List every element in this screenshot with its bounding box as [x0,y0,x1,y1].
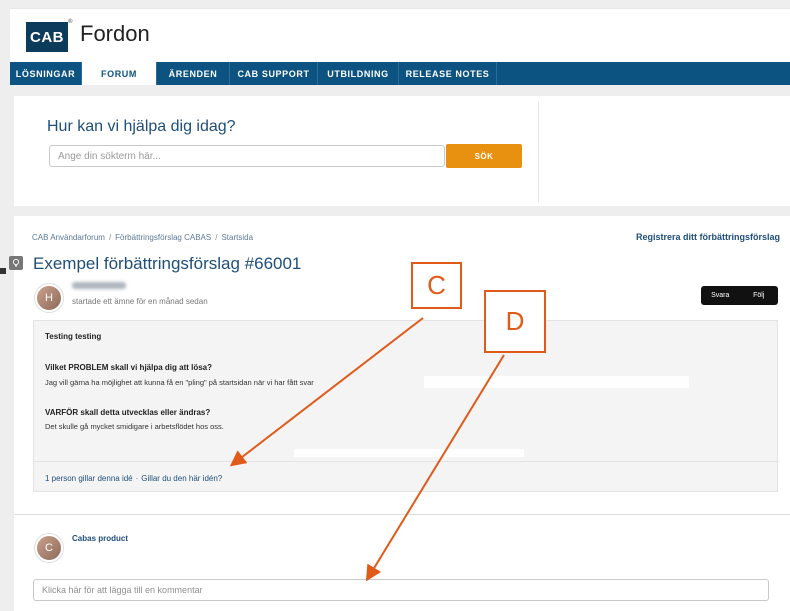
page: CAB ® Fordon LÖSNINGAR FORUM ÄRENDEN CAB… [0,0,790,611]
annotation-d: D [484,290,546,353]
annotation-c: C [411,262,462,309]
annotation-arrows [229,317,505,582]
arrow-c [229,317,424,467]
arrow-d [365,354,505,582]
